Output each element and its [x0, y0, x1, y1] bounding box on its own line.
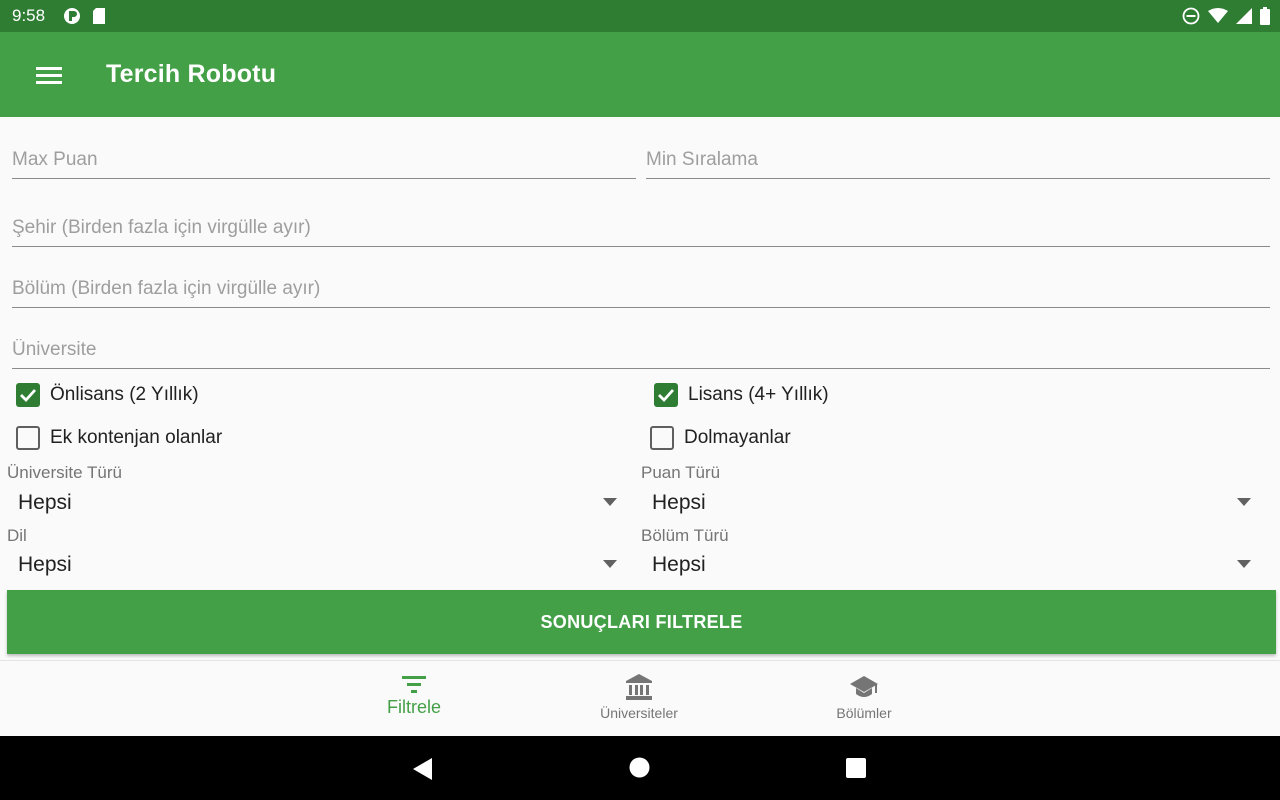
sd-card-icon	[92, 7, 106, 30]
universite-input[interactable]	[12, 333, 1270, 367]
dropdown-arrow-icon	[603, 560, 617, 568]
graduation-cap-icon	[850, 676, 878, 697]
nav-label-universiteler: Üniversiteler	[600, 705, 678, 721]
university-icon	[626, 674, 652, 700]
puan-turu-label: Puan Türü	[641, 463, 721, 482]
menu-button[interactable]	[30, 56, 68, 94]
sync-icon	[62, 7, 82, 30]
dil-spinner[interactable]: Hepsi	[7, 548, 621, 582]
app-bar: Tercih Robotu	[0, 32, 1280, 117]
sehir-field	[12, 211, 1270, 247]
universite-turu-value: Hepsi	[18, 491, 72, 514]
universite-turu-label: Üniversite Türü	[7, 463, 122, 482]
max-puan-field	[12, 143, 636, 179]
bolum-turu-label: Bölüm Türü	[641, 526, 729, 545]
checkmark-icon	[20, 389, 37, 403]
onlisans-label: Önlisans (2 Yıllık)	[50, 384, 199, 405]
dolmayanlar-checkbox-row[interactable]: Dolmayanlar	[650, 426, 791, 450]
ek-kontenjan-checkbox[interactable]	[16, 426, 40, 450]
nav-item-bolumler[interactable]: Bölümler	[784, 661, 944, 737]
filter-results-button[interactable]: SONUÇLARI FILTRELE	[7, 590, 1276, 654]
onlisans-checkbox[interactable]	[16, 383, 40, 407]
bolum-turu-spinner[interactable]: Hepsi	[641, 548, 1255, 582]
max-puan-input[interactable]	[12, 143, 636, 177]
bolum-field	[12, 272, 1270, 308]
nav-label-bolumler: Bölümler	[836, 705, 892, 721]
universite-turu-spinner[interactable]: Hepsi	[7, 486, 621, 520]
bolum-input[interactable]	[12, 272, 1270, 306]
filter-icon	[402, 676, 426, 693]
app-title: Tercih Robotu	[106, 60, 277, 88]
universite-field	[12, 333, 1270, 369]
system-navigation-bar	[0, 736, 1280, 800]
lisans-checkbox[interactable]	[654, 383, 678, 407]
nav-item-filtrele[interactable]: Filtrele	[334, 661, 494, 737]
lisans-label: Lisans (4+ Yıllık)	[688, 384, 829, 405]
battery-icon	[1260, 7, 1270, 30]
bottom-navigation: Filtrele Üniversiteler Bölümler	[0, 660, 1280, 736]
status-time: 9:58	[12, 6, 46, 25]
min-siralama-field	[646, 143, 1270, 179]
dil-value: Hepsi	[18, 553, 72, 576]
status-bar: 9:58	[0, 0, 1280, 32]
menu-icon	[36, 67, 62, 84]
nav-item-universiteler[interactable]: Üniversiteler	[559, 661, 719, 737]
lisans-checkbox-row[interactable]: Lisans (4+ Yıllık)	[654, 383, 829, 407]
dropdown-arrow-icon	[1237, 560, 1251, 568]
nav-label-filtrele: Filtrele	[386, 697, 441, 717]
home-icon[interactable]	[629, 757, 650, 778]
onlisans-checkbox-row[interactable]: Önlisans (2 Yıllık)	[16, 383, 199, 407]
do-not-disturb-icon	[1182, 7, 1200, 30]
sehir-input[interactable]	[12, 211, 1270, 245]
signal-icon	[1236, 8, 1252, 29]
dil-label: Dil	[7, 526, 27, 545]
dropdown-arrow-icon	[603, 498, 617, 506]
dolmayanlar-label: Dolmayanlar	[684, 427, 791, 448]
ek-kontenjan-checkbox-row[interactable]: Ek kontenjan olanlar	[16, 426, 222, 450]
recents-icon[interactable]	[846, 758, 866, 778]
puan-turu-spinner[interactable]: Hepsi	[641, 486, 1255, 520]
bolum-turu-value: Hepsi	[652, 553, 706, 576]
dolmayanlar-checkbox[interactable]	[650, 426, 674, 450]
min-siralama-input[interactable]	[646, 143, 1270, 177]
back-icon[interactable]	[413, 758, 433, 780]
wifi-icon	[1208, 8, 1228, 29]
checkmark-icon	[658, 389, 675, 403]
puan-turu-value: Hepsi	[652, 491, 706, 514]
ek-kontenjan-label: Ek kontenjan olanlar	[50, 427, 223, 448]
dropdown-arrow-icon	[1237, 498, 1251, 506]
